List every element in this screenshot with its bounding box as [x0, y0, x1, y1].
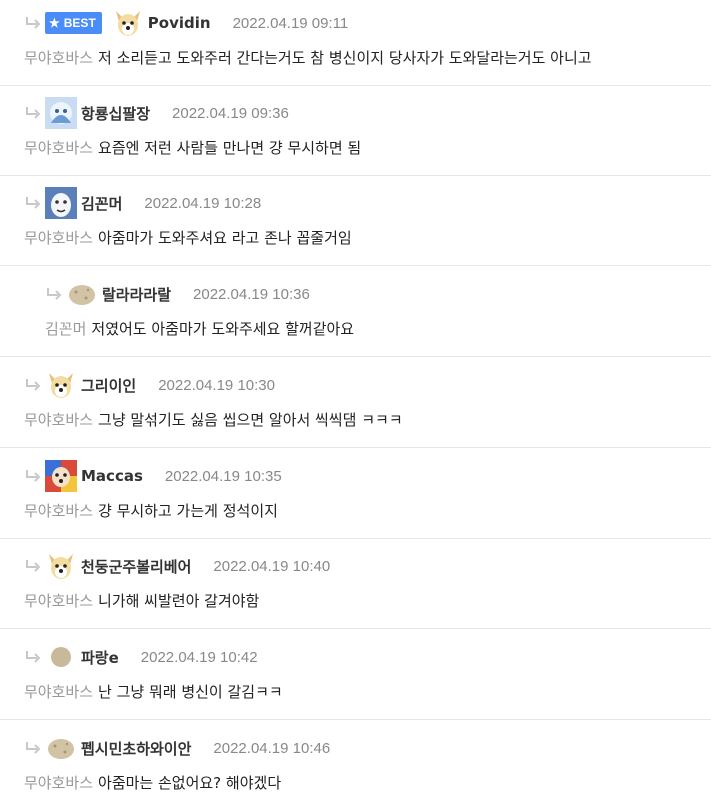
- mention[interactable]: 무야호바스: [24, 592, 93, 610]
- mention[interactable]: 무야호바스: [24, 139, 93, 157]
- mention[interactable]: 무야호바스: [24, 774, 93, 792]
- comment-text: 그냥 말섞기도 싫음 씹으면 알아서 씩씩댐 ㅋㅋㅋ: [98, 411, 403, 429]
- timestamp: 2022.04.19 10:46: [213, 739, 331, 757]
- timestamp: 2022.04.19 09:36: [172, 104, 289, 122]
- nickname[interactable]: 그리이인: [81, 375, 136, 396]
- mention[interactable]: 무야호바스: [24, 49, 93, 67]
- reply-arrow-icon: [26, 560, 41, 572]
- comment-item: 랄라라라랄 2022.04.19 10:36 김꼰머 저였어도 아줌마가 도와주세…: [0, 266, 711, 357]
- comment-item: 천둥군주볼리베어 2022.04.19 10:40 무야호바스 니가해 씨발련아 …: [0, 539, 711, 629]
- comment-text: 니가해 씨발련아 갈겨야함: [98, 592, 260, 610]
- comment-text: 요즘엔 저런 사람들 만나면 걍 무시하면 됨: [98, 139, 362, 157]
- nickname[interactable]: 천둥군주볼리베어: [81, 556, 191, 577]
- face-avatar[interactable]: [45, 187, 77, 219]
- comment-item: 김꼰머 2022.04.19 10:28 무야호바스 아줌마가 도와주셔요 라고 …: [0, 176, 711, 266]
- nickname[interactable]: 파랑e: [81, 647, 119, 668]
- dog-avatar[interactable]: [45, 550, 77, 582]
- comment-text: 걍 무시하고 가는게 정석이지: [98, 502, 278, 520]
- comment-item: 그리이인 2022.04.19 10:30 무야호바스 그냥 말섞기도 싫음 씹으…: [0, 357, 711, 448]
- comment-item: ★ BEST Povidin 2022.04.19 09:11 무야호바스 저 소리…: [0, 0, 711, 86]
- nickname[interactable]: Maccas: [81, 467, 143, 485]
- reply-arrow-icon: [26, 742, 41, 754]
- comment-item: 펩시민초하와이안 2022.04.19 10:46 무야호바스 아줌마는 손없어요…: [0, 720, 711, 803]
- mention[interactable]: 김꼰머: [45, 320, 86, 338]
- blue-avatar[interactable]: [45, 97, 77, 129]
- comment-text: 저 소리듣고 도와주러 간다는거도 참 병신이지 당사자가 도와달라는거도 아니…: [98, 49, 592, 67]
- circle-avatar[interactable]: [45, 641, 77, 673]
- comment-list: ★ BEST Povidin 2022.04.19 09:11 무야호바스 저 소리…: [0, 0, 711, 803]
- reply-arrow-icon: [26, 17, 41, 29]
- mention[interactable]: 무야호바스: [24, 411, 93, 429]
- mention[interactable]: 무야호바스: [24, 229, 93, 247]
- timestamp: 2022.04.19 10:30: [158, 376, 275, 394]
- comment-text: 저였어도 아줌마가 도와주세요 할꺼같아요: [91, 320, 355, 338]
- dog-avatar[interactable]: [45, 369, 77, 401]
- timestamp: 2022.04.19 10:28: [144, 194, 262, 212]
- reply-arrow-icon: [26, 379, 41, 391]
- timestamp: 2022.04.19 10:42: [140, 648, 258, 666]
- nickname[interactable]: 항룡십팔장: [81, 103, 150, 124]
- potato-avatar[interactable]: [45, 732, 77, 764]
- comment-item: Maccas 2022.04.19 10:35 무야호바스 걍 무시하고 가는게 …: [0, 448, 711, 539]
- timestamp: 2022.04.19 10:36: [193, 285, 310, 303]
- mention[interactable]: 무야호바스: [24, 502, 93, 520]
- best-badge: ★ BEST: [45, 12, 102, 34]
- nickname[interactable]: 랄라라라랄: [102, 284, 171, 305]
- comment-item: 파랑e 2022.04.19 10:42 무야호바스 난 그냥 뭐래 병신이 갈김…: [0, 629, 711, 720]
- reply-arrow-icon: [26, 197, 41, 209]
- reply-arrow-icon: [26, 107, 41, 119]
- colorful-avatar[interactable]: [45, 460, 77, 492]
- potato-avatar[interactable]: [66, 278, 98, 310]
- reply-arrow-icon: [47, 288, 62, 300]
- nickname[interactable]: Povidin: [148, 14, 211, 32]
- nickname[interactable]: 김꼰머: [81, 193, 122, 214]
- comment-text: 난 그냥 뭐래 병신이 갈김ㅋㅋ: [98, 683, 283, 701]
- timestamp: 2022.04.19 10:40: [213, 557, 331, 575]
- nickname[interactable]: 펩시민초하와이안: [81, 738, 191, 759]
- mention[interactable]: 무야호바스: [24, 683, 93, 701]
- dog-avatar[interactable]: [112, 7, 144, 39]
- star-icon: ★: [49, 16, 60, 30]
- reply-arrow-icon: [26, 651, 41, 663]
- reply-arrow-icon: [26, 470, 41, 482]
- comment-item: 항룡십팔장 2022.04.19 09:36 무야호바스 요즘엔 저런 사람들 만…: [0, 86, 711, 176]
- timestamp: 2022.04.19 09:11: [232, 14, 349, 32]
- timestamp: 2022.04.19 10:35: [164, 467, 282, 485]
- comment-text: 아줌마는 손없어요? 해야겠다: [98, 774, 282, 792]
- comment-text: 아줌마가 도와주셔요 라고 존나 꼽줄거임: [98, 229, 352, 247]
